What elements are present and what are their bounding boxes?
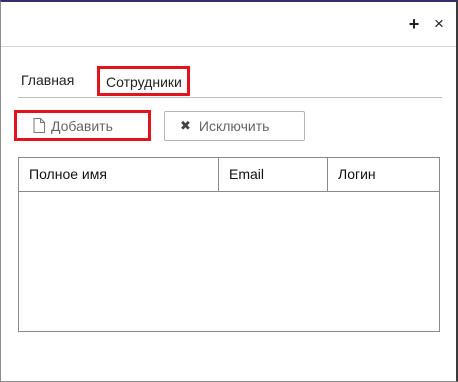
tab-main[interactable]: Главная [21,66,74,94]
close-window-button[interactable]: × [431,14,447,34]
dialog-window: + × Главная Сотрудники Добавить ✖ Исключ… [0,0,458,382]
table-body[interactable] [19,192,439,331]
column-header-login[interactable]: Логин [328,158,439,191]
exclude-button-label: Исключить [198,118,270,134]
tab-employees[interactable]: Сотрудники [97,66,190,96]
add-button[interactable]: Добавить [14,110,151,141]
column-header-full-name[interactable]: Полное имя [19,158,219,191]
tab-bar: Главная Сотрудники [18,66,442,98]
exclude-button[interactable]: ✖ Исключить [164,111,305,141]
column-header-email[interactable]: Email [219,158,328,191]
document-icon [33,118,45,133]
title-bar: + × [1,2,456,47]
table-header: Полное имя Email Логин [19,158,439,192]
add-button-label: Добавить [51,117,113,134]
employees-table: Полное имя Email Логин [18,157,440,332]
x-icon: ✖ [180,118,191,133]
add-window-button[interactable]: + [406,14,422,34]
